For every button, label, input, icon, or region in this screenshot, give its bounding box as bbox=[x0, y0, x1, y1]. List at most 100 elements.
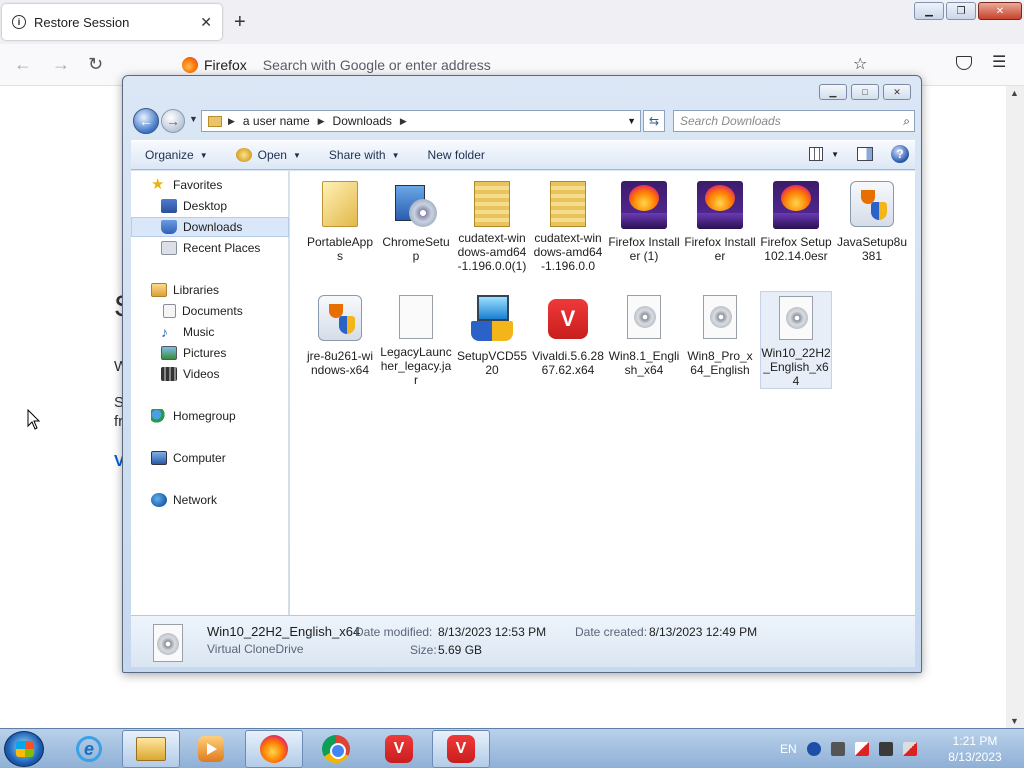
nav-label: Homegroup bbox=[173, 409, 236, 423]
libraries-icon bbox=[151, 283, 167, 297]
hamburger-menu-icon[interactable]: ☰ bbox=[992, 52, 1006, 72]
file-item[interactable]: Firefox Setup 102.14.0esr bbox=[760, 179, 832, 273]
start-button[interactable] bbox=[4, 731, 44, 767]
forward-button[interactable]: → bbox=[161, 109, 185, 133]
address-dropdown-icon[interactable]: ▼ bbox=[627, 116, 636, 126]
file-item[interactable]: Firefox Installer bbox=[684, 179, 756, 273]
restore-button[interactable]: ❐ bbox=[946, 2, 976, 20]
nav-documents[interactable]: Documents bbox=[131, 301, 289, 321]
action-center-icon[interactable] bbox=[854, 742, 869, 756]
file-item[interactable]: Win8_Pro_x64_English bbox=[684, 293, 756, 387]
file-item[interactable]: LegacyLauncher_legacy.jar bbox=[380, 293, 452, 387]
zip-folder-icon bbox=[474, 181, 510, 227]
page-scrollbar[interactable]: ▲ ▼ bbox=[1006, 86, 1024, 728]
explorer-close-button[interactable]: ✕ bbox=[883, 84, 911, 100]
file-item[interactable]: V Vivaldi.5.6.2867.62.x64 bbox=[532, 293, 604, 387]
search-icon[interactable]: ⌕ bbox=[903, 114, 910, 129]
file-item-selected[interactable]: Win10_22H2_English_x64 bbox=[760, 291, 832, 389]
new-folder-button[interactable]: New folder bbox=[414, 148, 499, 162]
network-tray-icon[interactable] bbox=[878, 742, 893, 756]
disc-image-icon bbox=[779, 296, 813, 340]
nav-pictures[interactable]: Pictures bbox=[131, 343, 289, 363]
tab-title: Restore Session bbox=[34, 14, 130, 30]
back-button[interactable]: ← bbox=[133, 108, 159, 134]
history-dropdown-icon[interactable]: ▼ bbox=[189, 114, 198, 124]
printer-tray-icon[interactable] bbox=[830, 742, 845, 756]
chevron-right-icon[interactable]: ▶ bbox=[318, 116, 325, 127]
breadcrumb-item[interactable]: a user name bbox=[243, 114, 310, 128]
nav-downloads[interactable]: Downloads bbox=[131, 217, 289, 237]
file-item[interactable]: cudatext-windows-amd64-1.196.0.0(1) bbox=[456, 179, 528, 273]
new-tab-icon[interactable]: + bbox=[234, 10, 246, 34]
organize-button[interactable]: Organize ▼ bbox=[131, 148, 222, 162]
file-item[interactable]: SetupVCD5520 bbox=[456, 293, 528, 387]
network-icon bbox=[151, 493, 167, 507]
explorer-minimize-button[interactable]: ▁ bbox=[819, 84, 847, 100]
file-item[interactable]: JavaSetup8u381 bbox=[836, 179, 908, 273]
nav-computer[interactable]: Computer bbox=[131, 448, 289, 468]
preview-pane-icon[interactable] bbox=[857, 147, 873, 161]
scroll-up-icon[interactable]: ▲ bbox=[1010, 88, 1019, 98]
reload-icon[interactable]: ↻ bbox=[88, 54, 103, 75]
nav-homegroup[interactable]: Homegroup bbox=[131, 406, 289, 426]
explorer-maximize-button[interactable]: □ bbox=[851, 84, 879, 100]
close-tab-icon[interactable]: ✕ bbox=[200, 14, 212, 31]
nav-favorites[interactable]: ★ Favorites bbox=[131, 175, 289, 195]
refresh-button[interactable]: ⇆ bbox=[643, 110, 665, 132]
nav-label: Recent Places bbox=[183, 241, 261, 255]
taskbar-vivaldi[interactable]: V bbox=[370, 730, 428, 768]
internet-explorer-icon: e bbox=[76, 736, 102, 762]
file-item[interactable]: Win8.1_English_x64 bbox=[608, 293, 680, 387]
change-view-button[interactable]: ▼ bbox=[809, 147, 839, 161]
taskbar-windows-explorer[interactable] bbox=[122, 730, 180, 768]
installer-icon bbox=[393, 181, 439, 229]
new-folder-label: New folder bbox=[427, 148, 485, 162]
open-button[interactable]: Open ▼ bbox=[222, 148, 315, 162]
nav-music[interactable]: ♪ Music bbox=[131, 322, 289, 342]
virtual-clonedrive-icon bbox=[235, 148, 252, 162]
bookmark-star-icon[interactable]: ☆ bbox=[853, 54, 867, 74]
back-arrow-icon[interactable]: ← bbox=[14, 54, 32, 75]
taskbar-chrome[interactable] bbox=[307, 730, 365, 768]
chevron-right-icon[interactable]: ▶ bbox=[400, 116, 407, 127]
taskbar-internet-explorer[interactable]: e bbox=[60, 730, 118, 768]
details-file-name: Win10_22H2_English_x64 bbox=[207, 624, 361, 639]
search-input[interactable]: Search Downloads ⌕ bbox=[673, 110, 915, 132]
taskbar-vivaldi-window[interactable]: V bbox=[432, 730, 490, 768]
minimize-button[interactable]: ▁ bbox=[914, 2, 944, 20]
file-name: cudatext-windows-amd64-1.196.0.0 bbox=[533, 231, 603, 273]
taskbar-firefox[interactable] bbox=[245, 730, 303, 768]
breadcrumb-item[interactable]: Downloads bbox=[333, 114, 392, 128]
taskbar-media-player[interactable] bbox=[182, 730, 240, 768]
downloads-icon bbox=[161, 220, 177, 234]
tab-restore-session[interactable]: i Restore Session ✕ bbox=[2, 4, 222, 40]
forward-arrow-icon[interactable]: → bbox=[52, 54, 70, 75]
firefox-window-controls: ▁ ❐ ✕ bbox=[914, 2, 1022, 20]
help-tray-icon[interactable] bbox=[806, 742, 821, 756]
firefox-logo-icon bbox=[182, 57, 198, 73]
nav-recent-places[interactable]: Recent Places bbox=[131, 238, 289, 258]
nav-videos[interactable]: Videos bbox=[131, 364, 289, 384]
scroll-down-icon[interactable]: ▼ bbox=[1010, 716, 1019, 726]
chevron-right-icon[interactable]: ▶ bbox=[228, 116, 235, 127]
file-name: Win10_22H2_English_x64 bbox=[761, 346, 831, 388]
file-item[interactable]: jre-8u261-windows-x64 bbox=[304, 293, 376, 387]
pictures-icon bbox=[161, 346, 177, 360]
file-item[interactable]: cudatext-windows-amd64-1.196.0.0 bbox=[532, 179, 604, 273]
volume-muted-icon[interactable] bbox=[902, 742, 917, 756]
taskbar-clock[interactable]: 1:21 PM 8/13/2023 bbox=[936, 733, 1014, 765]
command-bar: Organize ▼ Open ▼ Share with ▼ New folde… bbox=[131, 140, 915, 170]
nav-libraries[interactable]: Libraries bbox=[131, 280, 289, 300]
file-item[interactable]: ChromeSetup bbox=[380, 179, 452, 273]
nav-desktop[interactable]: Desktop bbox=[131, 196, 289, 216]
address-bar[interactable]: ▶ a user name ▶ Downloads ▶ ▼ bbox=[201, 110, 641, 132]
share-with-button[interactable]: Share with ▼ bbox=[315, 148, 414, 162]
homegroup-icon bbox=[151, 409, 167, 423]
file-item[interactable]: Firefox Installer (1) bbox=[608, 179, 680, 273]
close-window-button[interactable]: ✕ bbox=[978, 2, 1022, 20]
disc-image-icon bbox=[703, 295, 737, 339]
nav-network[interactable]: Network bbox=[131, 490, 289, 510]
file-item[interactable]: PortableApps bbox=[304, 179, 376, 273]
language-indicator[interactable]: EN bbox=[780, 742, 797, 756]
help-icon[interactable]: ? bbox=[891, 145, 909, 163]
